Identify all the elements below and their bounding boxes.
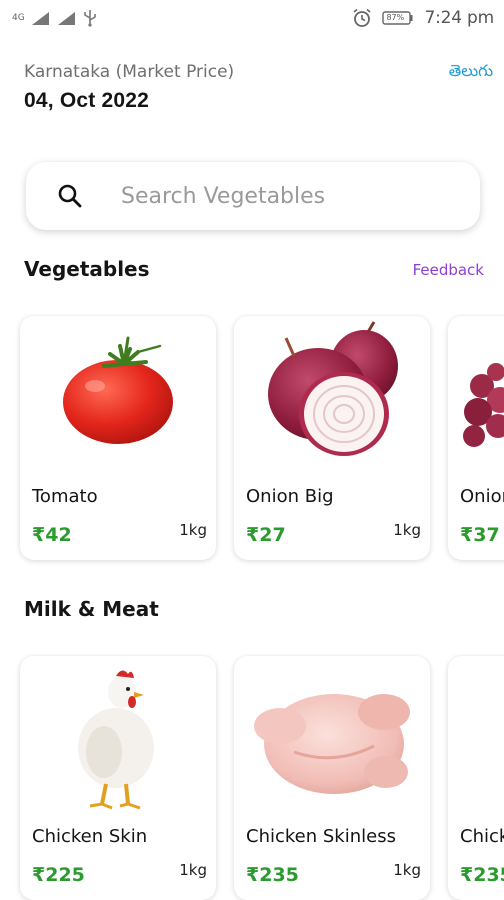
onion-image: [234, 316, 430, 478]
product-name: Onion Big: [246, 486, 334, 507]
status-bar-left: 4G: [12, 9, 97, 27]
product-price: ₹235: [460, 864, 504, 886]
status-bar-right: 87% 7:24 pm: [352, 8, 494, 28]
section-title-milk-meat: Milk & Meat: [24, 597, 159, 621]
product-card-onion-small[interactable]: Onion Small ₹37 1kg: [448, 316, 504, 560]
vegetables-carousel[interactable]: Tomato ₹42 1kg Onion Big ₹27 1kg Onio ₹3…: [0, 314, 504, 576]
product-card-chicken-boneless[interactable]: Chicken Boneless ₹235 1kg: [448, 656, 504, 900]
chicken-boneless-image: [448, 656, 504, 818]
language-switch-link[interactable]: తెలుగు: [449, 61, 493, 84]
search-bar[interactable]: [26, 162, 480, 230]
alarm-icon: [352, 8, 372, 28]
product-name: Chicken Skin: [32, 826, 148, 847]
region-label: Karnataka (Market Price): [24, 62, 235, 82]
product-unit: 1kg: [179, 521, 207, 539]
product-name: Chicken Boneless: [460, 826, 504, 847]
tomato-image: [20, 316, 216, 478]
milk-meat-carousel[interactable]: Chicken Skin ₹225 1kg Chicken Skinless ₹…: [0, 654, 504, 900]
product-card-chicken-skinless[interactable]: Chicken Skinless ₹235 1kg: [234, 656, 430, 900]
product-price: ₹235: [246, 864, 299, 886]
feedback-link[interactable]: Feedback: [413, 261, 484, 279]
product-unit: 1kg: [393, 521, 421, 539]
product-price: ₹37: [460, 524, 500, 546]
usb-icon: [83, 9, 97, 27]
product-card-onion-big[interactable]: Onion Big ₹27 1kg: [234, 316, 430, 560]
product-name: Tomato: [32, 486, 98, 507]
battery-icon: 87%: [382, 10, 414, 26]
battery-percent: 87%: [386, 13, 405, 22]
status-bar: 4G 87% 7:24 pm: [0, 0, 504, 36]
chicken-image: [20, 656, 216, 818]
clock: 7:24 pm: [424, 8, 494, 28]
signal-icon: [57, 10, 77, 26]
network-type-label: 4G: [12, 12, 25, 23]
small-onion-image: [448, 316, 504, 478]
section-title-vegetables: Vegetables: [24, 257, 150, 281]
product-price: ₹225: [32, 864, 85, 886]
signal-icon: [31, 10, 51, 26]
market-date: 04, Oct 2022: [24, 89, 149, 112]
product-name: Chicken Skinless: [246, 826, 396, 847]
product-price: ₹42: [32, 524, 72, 546]
search-icon[interactable]: [57, 183, 83, 209]
product-name: Onion Small: [460, 486, 504, 507]
product-card-chicken-skin[interactable]: Chicken Skin ₹225 1kg: [20, 656, 216, 900]
product-price: ₹27: [246, 524, 286, 546]
product-unit: 1kg: [179, 861, 207, 879]
skinless-chicken-image: [234, 656, 430, 818]
product-unit: 1kg: [393, 861, 421, 879]
product-card-tomato[interactable]: Tomato ₹42 1kg: [20, 316, 216, 560]
search-input[interactable]: [121, 183, 461, 209]
